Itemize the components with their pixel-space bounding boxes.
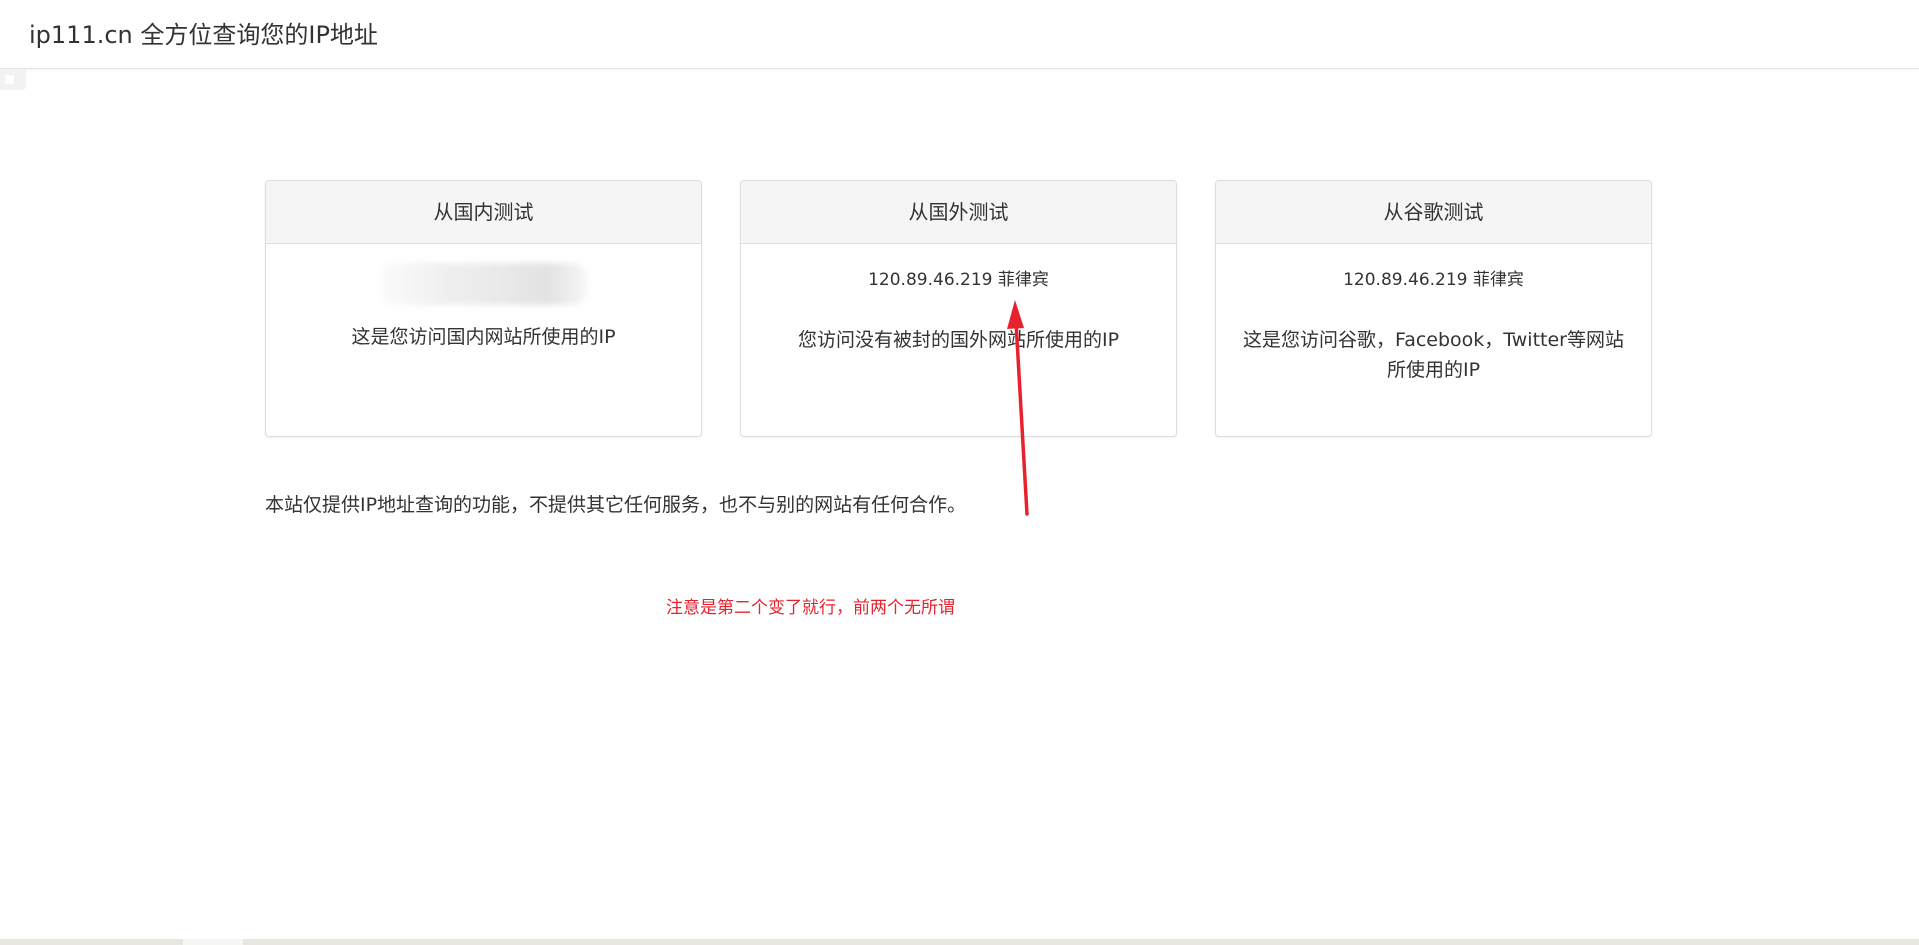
horizontal-scrollbar[interactable] — [0, 939, 1919, 945]
blurred-ip — [380, 263, 587, 305]
scrollbar-thumb[interactable] — [183, 939, 243, 945]
annotation-note: 注意是第二个变了就行，前两个无所谓 — [666, 598, 955, 618]
foreign-ip-value: 120.89.46.219 菲律宾 — [868, 270, 1049, 290]
card-title-domestic: 从国内测试 — [266, 181, 701, 244]
red-arrow-icon — [1007, 300, 1029, 516]
card-title-google: 从谷歌测试 — [1216, 181, 1651, 244]
card-body-domestic: 这是您访问国内网站所使用的IP — [266, 244, 701, 352]
domestic-test-card: 从国内测试 这是您访问国内网站所使用的IP — [265, 180, 702, 437]
site-title[interactable]: ip111.cn 全方位查询您的IP地址 — [29, 19, 378, 51]
domestic-ip-value — [284, 263, 683, 312]
domestic-description: 这是您访问国内网站所使用的IP — [351, 326, 616, 348]
card-title-foreign: 从国外测试 — [741, 181, 1176, 244]
google-description: 这是您访问谷歌，Facebook，Twitter等网站所使用的IP — [1243, 329, 1624, 381]
top-navbar: ip111.cn 全方位查询您的IP地址 — [0, 0, 1919, 69]
card-body-google: 120.89.46.219 菲律宾 这是您访问谷歌，Facebook，Twitt… — [1216, 244, 1651, 385]
card-body-foreign: 120.89.46.219 菲律宾 您访问没有被封的国外网站所使用的IP — [741, 244, 1176, 355]
foreign-description: 您访问没有被封的国外网站所使用的IP — [797, 329, 1120, 351]
disclaimer-text: 本站仅提供IP地址查询的功能，不提供其它任何服务，也不与别的网站有任何合作。 — [265, 494, 967, 516]
sidebar-toggle-icon[interactable] — [0, 69, 26, 90]
google-ip-value: 120.89.46.219 菲律宾 — [1343, 270, 1524, 290]
google-test-card: 从谷歌测试 120.89.46.219 菲律宾 这是您访问谷歌，Facebook… — [1215, 180, 1652, 437]
foreign-test-card: 从国外测试 120.89.46.219 菲律宾 您访问没有被封的国外网站所使用的… — [740, 180, 1177, 437]
